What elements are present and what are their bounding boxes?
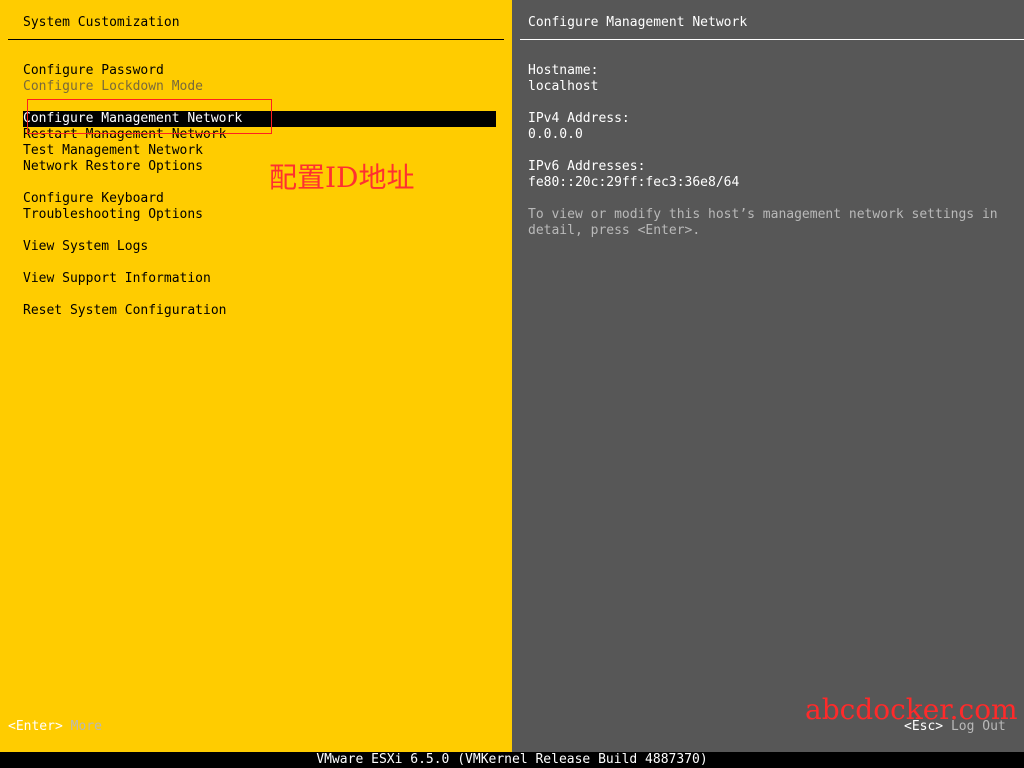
help-text: To view or modify this host’s management… — [528, 207, 998, 238]
menu-item-network-restore-options[interactable]: Network Restore Options — [23, 159, 203, 175]
enter-more-hint[interactable]: <Enter> More — [8, 719, 102, 735]
menu-item-view-system-logs[interactable]: View System Logs — [23, 239, 148, 255]
enter-key-label: <Enter> — [8, 719, 63, 734]
menu-item-test-management-network[interactable]: Test Management Network — [23, 143, 203, 159]
menu-item-configure-password[interactable]: Configure Password — [23, 63, 164, 79]
panel-title: System Customization — [23, 15, 180, 30]
menu-item-configure-lockdown-mode[interactable]: Configure Lockdown Mode — [23, 79, 203, 95]
ipv6-value: fe80::20c:29ff:fec3:36e8/64 — [528, 175, 740, 190]
ipv4-value: 0.0.0.0 — [528, 127, 583, 142]
watermark: abcdocker.com — [805, 693, 1018, 726]
menu-item-restart-management-network[interactable]: Restart Management Network — [23, 127, 227, 143]
annotation-text: 配置ID地址 — [269, 161, 415, 194]
system-customization-panel: System Customization Configure Password … — [0, 0, 512, 752]
menu-item-reset-system-configuration[interactable]: Reset System Configuration — [23, 303, 227, 319]
hostname-value: localhost — [528, 79, 599, 94]
configure-management-network-panel: Configure Management Network Hostname: l… — [512, 0, 1024, 752]
menu-item-troubleshooting-options[interactable]: Troubleshooting Options — [23, 207, 203, 223]
title-divider — [520, 39, 1024, 40]
title-divider — [8, 39, 504, 40]
hostname-label: Hostname: — [528, 63, 599, 78]
status-bar: VMware ESXi 6.5.0 (VMKernel Release Buil… — [0, 752, 1024, 768]
menu-item-view-support-information[interactable]: View Support Information — [23, 271, 211, 287]
panel-title: Configure Management Network — [528, 15, 748, 30]
more-action-label: More — [70, 719, 102, 734]
ipv4-label: IPv4 Address: — [528, 111, 630, 126]
ipv6-label: IPv6 Addresses: — [528, 159, 646, 174]
menu-item-configure-keyboard[interactable]: Configure Keyboard — [23, 191, 164, 207]
menu-item-configure-management-network[interactable]: Configure Management Network — [23, 111, 496, 127]
